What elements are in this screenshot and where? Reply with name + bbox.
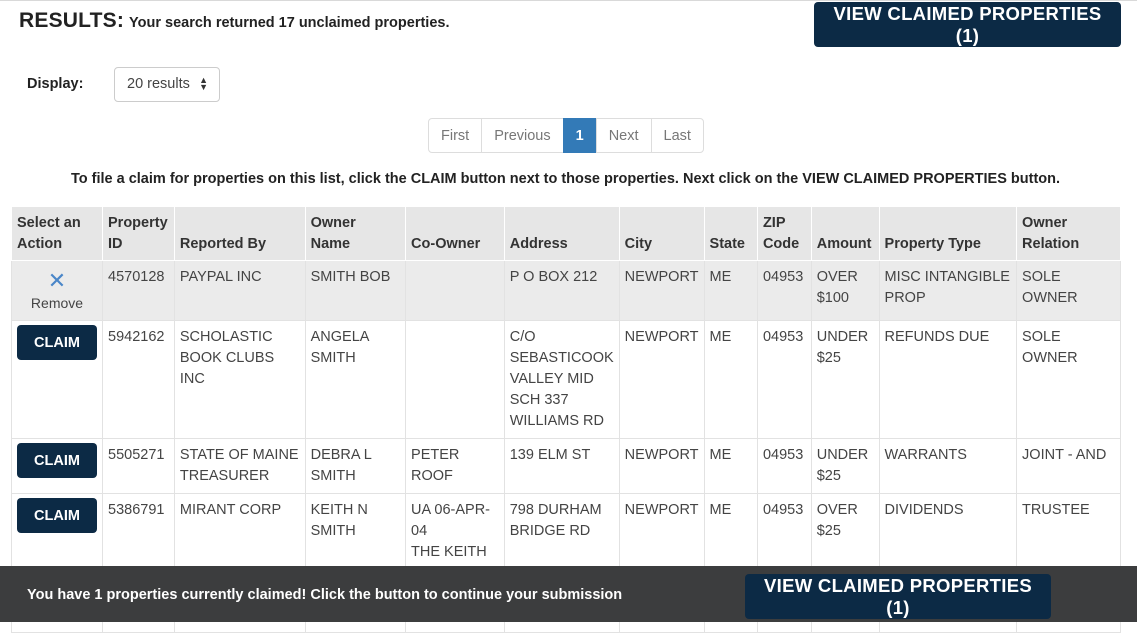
col-header-owner-relation: Owner Relation — [1016, 206, 1121, 261]
cell-reported-by: PAYPAL INC — [173, 260, 306, 321]
footer-claimed-message: You have 1 properties currently claimed!… — [27, 587, 623, 603]
results-summary: Your search returned 17 unclaimed proper… — [129, 15, 450, 31]
cell-state: ME — [703, 260, 758, 321]
cell-property-type: REFUNDS DUE — [878, 320, 1018, 439]
cell-state: ME — [703, 438, 758, 494]
cell-property-type: WARRANTS — [878, 438, 1018, 494]
display-label: Display: — [27, 76, 84, 92]
table-row: CLAIM 5505271 STATE OF MAINE TREASURER DEBRA… — [11, 438, 1121, 494]
results-title: RESULTS: — [19, 9, 125, 32]
cell-action: ✕ Remove — [11, 260, 103, 321]
view-claimed-properties-button[interactable]: VIEW CLAIMED PROPERTIES (1) — [814, 2, 1121, 47]
cell-city: NEWPORT — [618, 260, 705, 321]
claim-button[interactable]: CLAIM — [17, 498, 97, 533]
cell-state: ME — [703, 320, 758, 439]
col-header-property-id: Property ID — [102, 206, 175, 261]
page-next[interactable]: Next — [595, 118, 652, 153]
pagination: First Previous 1 Next Last — [428, 118, 704, 153]
table-row: ✕ Remove 4570128 PAYPAL INC SMITH BOB P O BOX… — [11, 260, 1121, 321]
cell-owner-name: DEBRA L SMITH — [304, 438, 407, 494]
cell-address: 139 ELM ST — [503, 438, 620, 494]
cell-address: P O BOX 212 — [503, 260, 620, 321]
col-header-amount: Amount — [810, 206, 880, 261]
claim-instruction: To file a claim for properties on this l… — [70, 171, 1061, 187]
cell-owner-relation: SOLE OWNER — [1016, 260, 1121, 321]
col-header-address: Address — [503, 206, 620, 261]
cell-reported-by: STATE OF MAINE TREASURER — [173, 438, 306, 494]
table-header-row: Select an Action Property ID Reported By O… — [11, 206, 1121, 261]
results-heading: RESULTS: Your search returned 17 unclaim… — [19, 9, 450, 33]
remove-label: Remove — [30, 295, 84, 311]
cell-address: C/O SEBASTICOOK VALLEY MID SCH 337 WILLIAMS … — [503, 320, 620, 439]
cell-property-id: 4570128 — [102, 260, 175, 321]
cell-co-owner — [405, 320, 505, 439]
col-header-co-owner: Co-Owner — [405, 206, 505, 261]
display-results-select[interactable]: 20 results ▲ ▼ — [114, 67, 220, 102]
table-row: CLAIM 5942162 SCHOLASTIC BOOK CLUBS INC ANGE… — [11, 320, 1121, 439]
cell-property-id: 5505271 — [102, 438, 175, 494]
cell-property-type: MISC INTANGIBLE PROP — [878, 260, 1018, 321]
page-previous[interactable]: Previous — [481, 118, 564, 153]
page-last[interactable]: Last — [650, 118, 704, 153]
claim-button[interactable]: CLAIM — [17, 443, 97, 478]
page-first[interactable]: First — [428, 118, 483, 153]
col-header-city: City — [618, 206, 705, 261]
col-header-state: State — [703, 206, 758, 261]
remove-button[interactable]: ✕ Remove — [17, 270, 97, 314]
cell-owner-relation: JOINT - AND — [1016, 438, 1121, 494]
cell-owner-name: ANGELA SMITH — [304, 320, 407, 439]
cell-amount: UNDER $25 — [810, 320, 880, 439]
view-claimed-properties-footer-button[interactable]: VIEW CLAIMED PROPERTIES (1) — [745, 574, 1051, 619]
page-current[interactable]: 1 — [562, 118, 597, 153]
cell-owner-relation: SOLE OWNER — [1016, 320, 1121, 439]
cell-city: NEWPORT — [618, 320, 705, 439]
cell-action: CLAIM — [11, 320, 103, 439]
cell-zip: 04953 — [756, 438, 812, 494]
col-header-action: Select an Action — [11, 206, 103, 261]
cell-reported-by: SCHOLASTIC BOOK CLUBS INC — [173, 320, 306, 439]
cell-property-id: 5942162 — [102, 320, 175, 439]
close-x-icon: ✕ — [47, 268, 67, 293]
cell-owner-name: SMITH BOB — [304, 260, 407, 321]
sort-caret-icon: ▲ ▼ — [199, 75, 208, 92]
claimed-footer-bar: You have 1 properties currently claimed!… — [0, 566, 1137, 622]
col-header-owner-name: Owner Name — [304, 206, 407, 261]
col-header-zip: ZIP Code — [756, 206, 812, 261]
col-header-reported-by: Reported By — [173, 206, 306, 261]
cell-city: NEWPORT — [618, 438, 705, 494]
cell-co-owner: PETER ROOF — [405, 438, 505, 494]
cell-amount: OVER $100 — [810, 260, 880, 321]
claim-button[interactable]: CLAIM — [17, 325, 97, 360]
cell-zip: 04953 — [756, 260, 812, 321]
cell-zip: 04953 — [756, 320, 812, 439]
col-header-property-type: Property Type — [878, 206, 1018, 261]
cell-amount: UNDER $25 — [810, 438, 880, 494]
display-select-value: 20 results — [127, 76, 190, 92]
cell-co-owner — [405, 260, 505, 321]
cell-action: CLAIM — [11, 438, 103, 494]
